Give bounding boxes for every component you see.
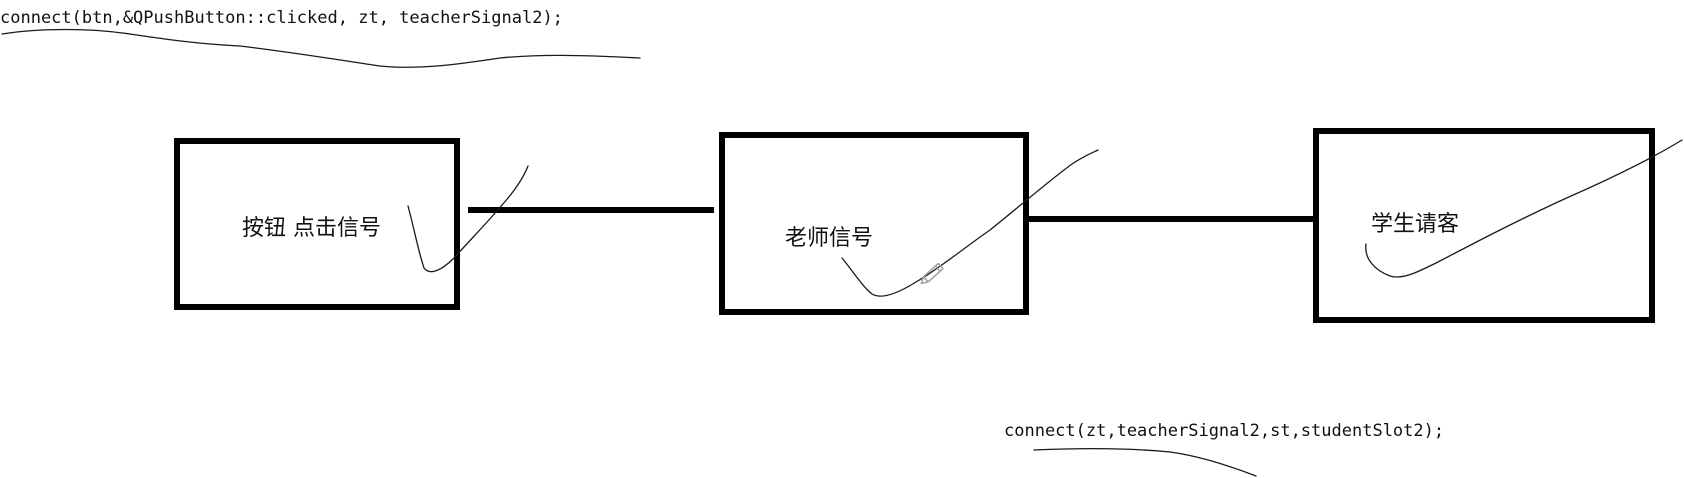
- diagram-canvas: connect(btn,&QPushButton::clicked, zt, t…: [0, 0, 1684, 478]
- box-student-treat: 学生请客: [1313, 128, 1655, 323]
- box-teacher-label: 老师信号: [785, 226, 874, 251]
- code-line-top: connect(btn,&QPushButton::clicked, zt, t…: [0, 8, 563, 28]
- box-button-label: 按钮 点击信号: [242, 216, 381, 241]
- connector-button-teacher: [468, 207, 714, 213]
- underline-stroke-top: [1, 28, 641, 68]
- code-line-bottom: connect(zt,teacherSignal2,st,studentSlot…: [1004, 421, 1445, 441]
- box-student-label: 学生请客: [1371, 212, 1460, 237]
- box-button-click-signal: 按钮 点击信号: [174, 138, 460, 310]
- underline-stroke-bottom: [1033, 448, 1257, 477]
- box-teacher-signal: 老师信号: [719, 132, 1029, 315]
- connector-teacher-student: [1029, 216, 1314, 222]
